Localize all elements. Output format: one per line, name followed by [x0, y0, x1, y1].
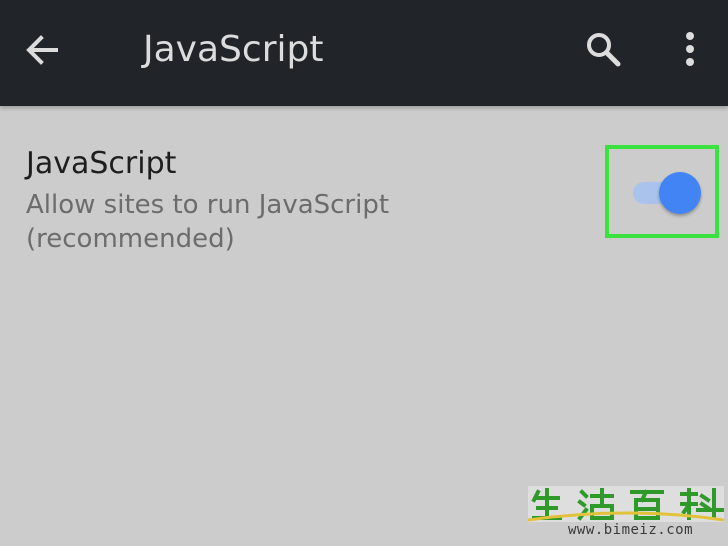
search-button[interactable] — [578, 24, 628, 74]
toggle-highlight-frame — [605, 145, 719, 238]
more-options-button[interactable] — [670, 24, 710, 74]
back-button[interactable] — [18, 26, 66, 74]
watermark-url: www.bimeiz.com — [568, 522, 694, 538]
toggle-thumb — [659, 172, 701, 214]
app-bar: JavaScript — [0, 0, 728, 106]
page-title: JavaScript — [143, 29, 324, 70]
search-icon — [587, 33, 621, 67]
arrow-left-icon — [26, 35, 58, 65]
setting-summary: Allow sites to run JavaScript (recommend… — [26, 190, 390, 254]
more-vertical-icon — [686, 32, 694, 66]
watermark-logo — [528, 486, 724, 522]
watermark: www.bimeiz.com — [528, 486, 724, 542]
javascript-toggle[interactable] — [629, 169, 703, 215]
setting-title: JavaScript — [26, 146, 177, 181]
